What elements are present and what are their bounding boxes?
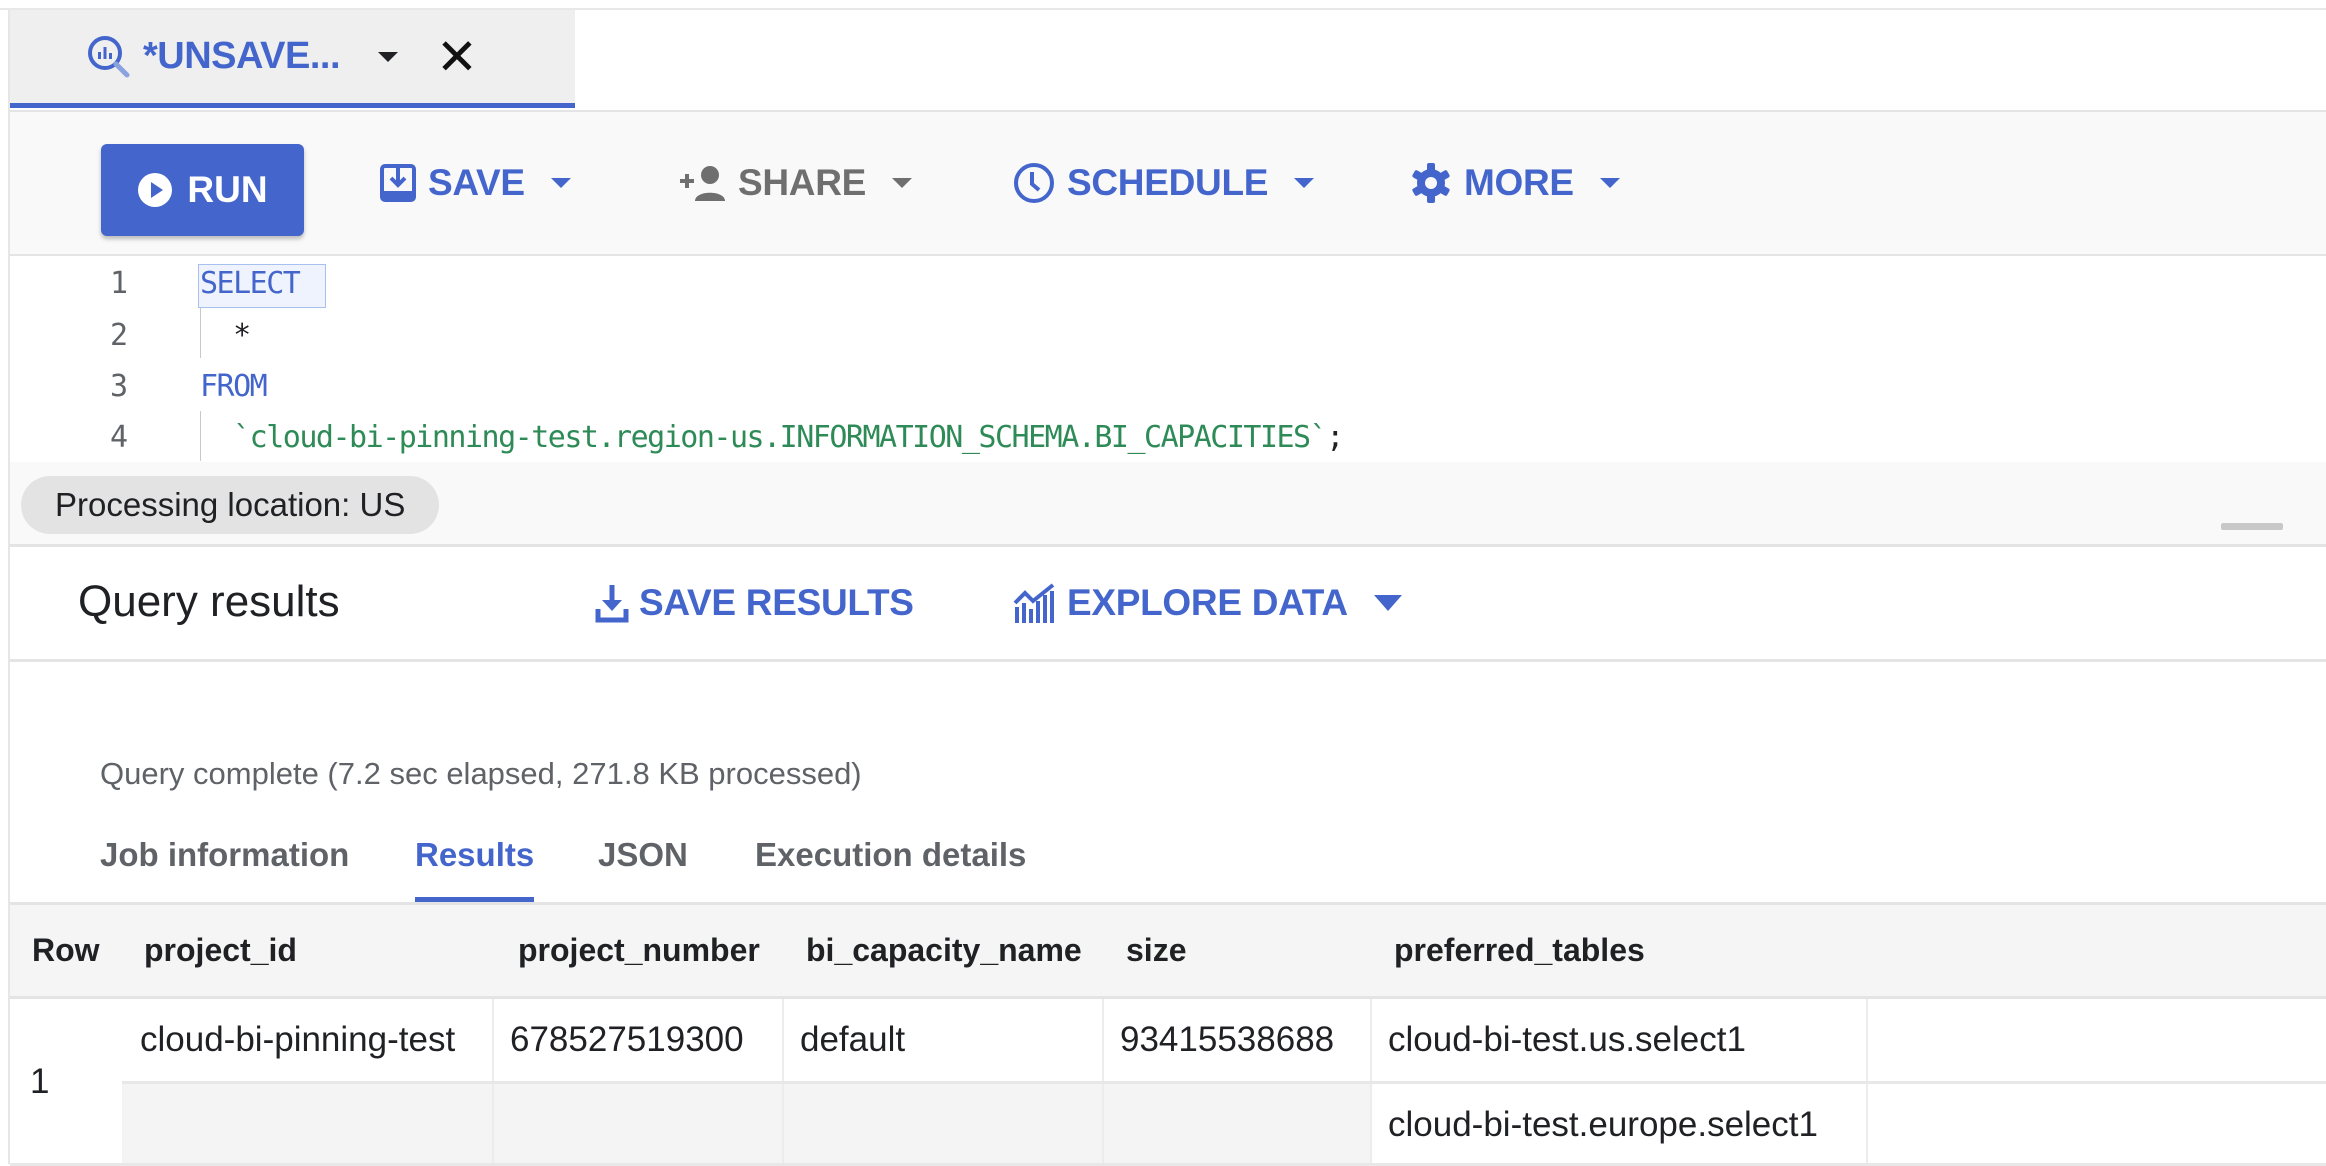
- schedule-button[interactable]: SCHEDULE: [1013, 112, 1315, 254]
- cell-size[interactable]: 93415538688: [1104, 999, 1372, 1081]
- more-label: MORE: [1464, 162, 1574, 203]
- tab-results[interactable]: Results: [415, 830, 535, 902]
- caret-down-icon: [1373, 595, 1402, 611]
- share-button[interactable]: SHARE: [678, 112, 913, 254]
- explore-data-button[interactable]: EXPLORE DATA: [1013, 547, 1402, 659]
- column-header-bi-capacity-name[interactable]: bi_capacity_name: [806, 905, 1082, 996]
- bigquery-query-icon: [88, 35, 130, 77]
- cell-bi-capacity-name[interactable]: default: [784, 999, 1104, 1081]
- caret-down-icon: [550, 178, 571, 188]
- line-number: 1: [109, 266, 128, 301]
- close-icon[interactable]: ✕: [436, 32, 478, 82]
- schedule-label: SCHEDULE: [1067, 162, 1269, 203]
- save-button[interactable]: SAVE: [380, 112, 571, 254]
- code-line[interactable]: SELECT: [200, 266, 301, 301]
- tab-json[interactable]: JSON: [598, 830, 688, 902]
- column-header-size[interactable]: size: [1126, 905, 1186, 996]
- play-circle-icon: [138, 173, 173, 207]
- clock-icon: [1014, 163, 1054, 203]
- save-label: SAVE: [428, 162, 525, 203]
- save-results-button[interactable]: SAVE RESULTS: [595, 547, 914, 659]
- line-number: 4: [109, 420, 128, 455]
- sql-editor[interactable]: 1 SELECT 2 * 3 FROM 4 `cloud-bi-pinning-…: [10, 256, 2326, 462]
- statement-terminator: ;: [1326, 420, 1344, 455]
- tab-execution-details[interactable]: Execution details: [755, 830, 1026, 902]
- cell-empty: [784, 1084, 1104, 1166]
- tab-title: *UNSAVE...: [143, 35, 341, 77]
- line-number: 2: [109, 318, 128, 353]
- column-header-row[interactable]: Row: [32, 905, 100, 996]
- cell-empty: [1104, 1084, 1372, 1166]
- share-label: SHARE: [738, 162, 867, 203]
- caret-down-icon: [1599, 178, 1620, 188]
- table-row: 1 cloud-bi-pinning-test 678527519300 def…: [10, 999, 2326, 1165]
- processing-location-chip: Processing location: US: [21, 476, 440, 534]
- table-row-repeated: cloud-bi-test.europe.select1: [10, 1084, 2326, 1166]
- chart-explore-icon: [1013, 583, 1055, 623]
- caret-down-icon: [1294, 178, 1315, 188]
- gear-icon: [1412, 163, 1450, 203]
- more-button[interactable]: MORE: [1410, 112, 1620, 254]
- cell-empty: [494, 1084, 784, 1166]
- cell-project-id[interactable]: cloud-bi-pinning-test: [122, 999, 494, 1081]
- query-editor-tab[interactable]: *UNSAVE... ✕: [10, 10, 575, 108]
- query-results-header: Query results SAVE RESULTS EXPLORE DATA: [10, 547, 2326, 662]
- table-reference: `cloud-bi-pinning-test.region-us.INFORMA…: [200, 420, 1328, 455]
- save-results-label: SAVE RESULTS: [639, 582, 914, 623]
- explore-data-label: EXPLORE DATA: [1067, 582, 1348, 623]
- cell-project-number[interactable]: 678527519300: [494, 999, 784, 1081]
- column-header-preferred-tables[interactable]: preferred_tables: [1394, 905, 1645, 996]
- download-icon: [595, 585, 629, 623]
- cell-empty: [122, 1084, 494, 1166]
- panel-resize-handle[interactable]: [2221, 523, 2283, 530]
- results-tabs: Job information Results JSON Execution d…: [10, 830, 2326, 905]
- add-person-icon: [680, 166, 725, 201]
- query-status: Query complete (7.2 sec elapsed, 271.8 K…: [100, 756, 862, 791]
- code-line[interactable]: FROM: [200, 369, 268, 404]
- query-results-title: Query results: [78, 577, 340, 626]
- caret-down-icon[interactable]: [378, 51, 399, 62]
- code-line[interactable]: `cloud-bi-pinning-test.region-us.INFORMA…: [200, 420, 1344, 455]
- code-line[interactable]: *: [200, 318, 251, 353]
- processing-bar: Processing location: US: [10, 462, 2326, 547]
- caret-down-icon: [892, 178, 913, 188]
- table-header: Row project_id project_number bi_capacit…: [10, 905, 2326, 999]
- tab-job-information[interactable]: Job information: [100, 830, 349, 902]
- cell-preferred-table[interactable]: cloud-bi-test.us.select1: [1372, 999, 1868, 1081]
- save-icon: [380, 164, 416, 202]
- cell-preferred-table[interactable]: cloud-bi-test.europe.select1: [1372, 1084, 1868, 1166]
- column-header-project-number[interactable]: project_number: [518, 905, 760, 996]
- line-number: 3: [109, 369, 128, 404]
- run-label: RUN: [187, 169, 268, 210]
- run-button[interactable]: RUN: [101, 144, 304, 236]
- column-header-project-id[interactable]: project_id: [144, 905, 297, 996]
- query-toolbar: RUN SAVE SHARE SCHEDULE MORE: [10, 112, 2326, 256]
